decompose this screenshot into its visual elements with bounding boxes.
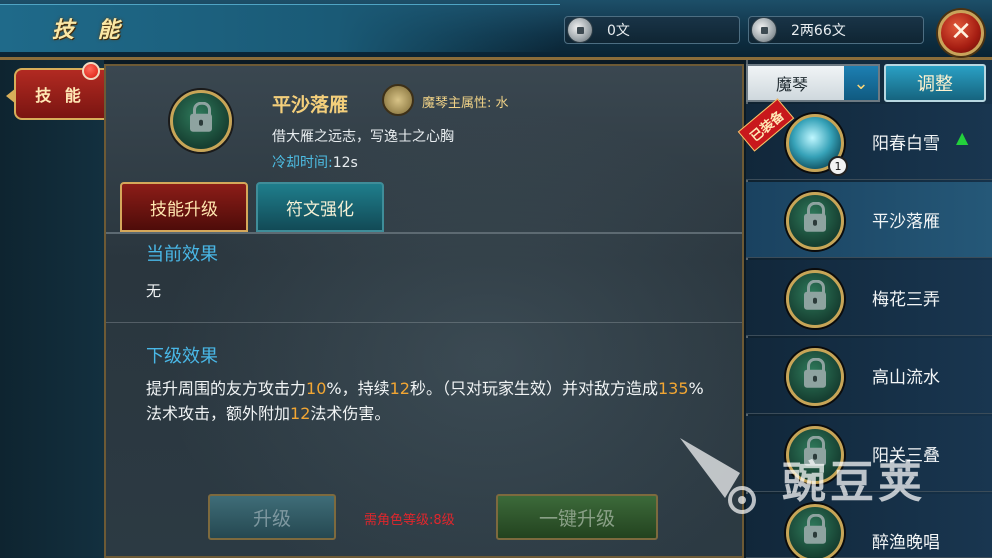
lock-icon xyxy=(804,279,826,310)
silver-currency: 2两66文 xyxy=(748,16,924,44)
upgrade-button[interactable]: 升级 xyxy=(208,494,336,540)
tab-rune-enhance[interactable]: 符文强化 xyxy=(256,182,384,232)
silver-value: 2两66文 xyxy=(791,23,846,39)
skill-attribute: 魔琴主属性: 水 xyxy=(422,96,509,111)
effect-text-part: %，持续 xyxy=(326,379,390,398)
top-bar: 技 能 0文 2两66文 xyxy=(0,0,992,60)
page-title: 技 能 xyxy=(52,18,128,43)
lock-icon xyxy=(804,201,826,232)
skill-list-label: 醉渔晚唱 xyxy=(872,533,940,553)
skill-list-item[interactable]: 平沙落雁 xyxy=(746,182,992,258)
effect-text-part: 秒。（只对玩家生效）并对敌方造成 xyxy=(409,379,658,398)
close-button[interactable]: ✕ xyxy=(938,10,984,56)
effect-value: 135 xyxy=(657,379,689,398)
upgrade-arrow-icon: ▲ xyxy=(956,128,969,147)
close-icon: ✕ xyxy=(950,17,972,47)
qin-attribute-icon xyxy=(382,84,414,116)
cooldown: 冷却时间:12s xyxy=(272,152,358,172)
skill-name: 平沙落雁 xyxy=(272,94,349,116)
one-click-upgrade-button[interactable]: 一键升级 xyxy=(496,494,658,540)
section-divider xyxy=(106,322,742,323)
current-effect-value: 无 xyxy=(146,282,162,300)
adjust-button[interactable]: 调整 xyxy=(884,64,986,102)
tab-skills-label: 技 能 xyxy=(35,86,85,105)
skill-list-label: 平沙落雁 xyxy=(872,212,940,232)
skill-icon xyxy=(786,348,844,406)
skill-icon xyxy=(786,192,844,250)
coin-icon xyxy=(567,17,593,43)
tab-skill-upgrade[interactable]: 技能升级 xyxy=(120,182,248,232)
left-sidebar xyxy=(0,60,104,558)
notification-dot xyxy=(82,62,100,80)
effect-value: 12 xyxy=(389,379,410,398)
lock-icon xyxy=(804,357,826,388)
effect-text-part: 提升周围的友方攻击力 xyxy=(146,379,307,398)
coin-lock-icon xyxy=(751,17,777,43)
copper-value: 0文 xyxy=(607,23,630,39)
tab-divider xyxy=(106,232,742,234)
skill-list-item[interactable]: 高山流水 xyxy=(746,338,992,414)
lock-icon xyxy=(190,101,212,132)
next-effect-title: 下级效果 xyxy=(146,346,218,367)
watermark: 豌豆荚 xyxy=(670,410,970,530)
cooldown-value: 12s xyxy=(332,155,358,171)
skill-icon xyxy=(170,90,232,152)
skill-level-badge: 1 xyxy=(828,156,848,176)
effect-value: 10 xyxy=(306,379,327,398)
skill-list-label: 阳春白雪 xyxy=(872,134,940,154)
effect-text-part: 法术伤害。 xyxy=(310,404,391,423)
skill-icon xyxy=(786,270,844,328)
watermark-text: 豌豆荚 xyxy=(782,457,926,508)
skill-description: 借大雁之远志，写逸士之心胸 xyxy=(272,129,454,145)
skill-list-label: 高山流水 xyxy=(872,368,940,388)
weapon-select[interactable]: 魔琴 ⌄ xyxy=(746,64,880,102)
skill-list-item[interactable]: 梅花三弄 xyxy=(746,260,992,336)
pea-logo-icon xyxy=(680,438,756,514)
level-requirement: 需角色等级:8级 xyxy=(364,513,455,528)
current-effect-title: 当前效果 xyxy=(146,244,218,265)
weapon-select-value: 魔琴 xyxy=(776,75,809,94)
skill-detail-panel: 平沙落雁 魔琴主属性: 水 借大雁之远志，写逸士之心胸 冷却时间:12s 技能升… xyxy=(104,64,744,558)
chevron-down-icon[interactable]: ⌄ xyxy=(844,66,878,100)
next-effect-text: 提升周围的友方攻击力10%，持续12秒。（只对玩家生效）并对敌方造成135%法术… xyxy=(146,376,712,426)
tab-arrow-icon xyxy=(6,88,16,104)
copper-currency: 0文 xyxy=(564,16,740,44)
cooldown-label: 冷却时间: xyxy=(272,155,333,171)
skill-list-label: 梅花三弄 xyxy=(872,290,940,310)
effect-value: 12 xyxy=(290,404,311,423)
